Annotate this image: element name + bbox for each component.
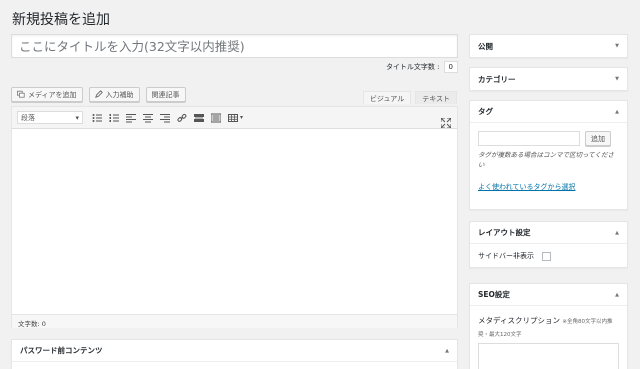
sidebar-hide-row: サイドバー非表示 [470, 244, 627, 268]
toolbar-toggle-icon[interactable] [211, 113, 221, 123]
add-tag-button[interactable]: 追加 [585, 131, 611, 146]
sidebar-hide-checkbox[interactable] [542, 251, 551, 261]
more-tag-icon[interactable] [194, 113, 204, 123]
input-assist-button[interactable]: 入力補助 [88, 87, 140, 102]
input-assist-label: 入力補助 [105, 90, 134, 99]
tag-hint: タグが複数ある場合はコンマで区切ってください [478, 151, 614, 169]
pencil-icon [94, 89, 103, 100]
editor-toolbar: 段落 ▾ ▾ [12, 107, 457, 129]
publish-box: 公開 ▼ [469, 34, 628, 58]
tab-text[interactable]: テキスト [415, 91, 457, 104]
format-select[interactable]: 段落 ▾ [17, 111, 83, 124]
align-right-icon[interactable] [160, 113, 170, 123]
related-post-button[interactable]: 関連記事 [145, 87, 186, 102]
align-center-icon[interactable] [143, 113, 153, 123]
triangle-down-icon[interactable]: ▼ [615, 43, 619, 49]
tags-box-header[interactable]: タグ ▲ [470, 101, 627, 123]
meta-description-label: メタディスクリプション ※全角80文字以内推奨・最大120文字 [470, 306, 627, 341]
seo-box-title: SEO設定 [478, 290, 510, 299]
password-box-header[interactable]: パスワード前コンテンツ ▲ [12, 340, 457, 362]
password-content-box: パスワード前コンテンツ ▲ [11, 339, 458, 369]
tags-box: タグ ▲ 追加 タグが複数ある場合はコンマで区切ってください よく使われているタ… [469, 100, 628, 210]
editor-tabs: ビジュアル テキスト [362, 91, 457, 104]
align-left-icon[interactable] [126, 113, 136, 123]
meta-description-title: メタディスクリプション [478, 316, 560, 325]
format-select-value: 段落 [21, 113, 35, 122]
add-media-label: メディアを追加 [28, 90, 77, 99]
fullscreen-icon[interactable] [440, 113, 452, 129]
publish-box-header[interactable]: 公開 ▼ [470, 35, 627, 57]
tags-box-title: タグ [478, 107, 493, 116]
numbered-list-icon[interactable] [109, 113, 119, 123]
table-icon[interactable] [228, 113, 238, 123]
publish-box-title: 公開 [478, 41, 493, 51]
tab-visual[interactable]: ビジュアル [362, 91, 412, 104]
media-icon [17, 90, 25, 100]
related-post-label: 関連記事 [151, 90, 180, 99]
title-character-count: タイトル文字数 : 0 [386, 60, 458, 74]
triangle-up-icon[interactable]: ▲ [445, 348, 449, 354]
tag-input[interactable] [478, 131, 580, 146]
title-count-value: 0 [443, 61, 458, 73]
link-icon[interactable] [177, 113, 187, 123]
tag-input-row: 追加 [470, 123, 627, 146]
sidebar-hide-label: サイドバー非表示 [478, 252, 534, 260]
chevron-down-icon: ▾ [75, 113, 79, 122]
layout-box-header[interactable]: レイアウト設定 ▲ [470, 222, 627, 244]
page-title: 新規投稿を追加 [12, 12, 110, 28]
layout-settings-box: レイアウト設定 ▲ サイドバー非表示 [469, 221, 628, 268]
choose-tags-link[interactable]: よく使われているタグから選択 [470, 170, 627, 192]
title-count-label: タイトル文字数 : [385, 63, 440, 71]
password-box-title: パスワード前コンテンツ [20, 346, 103, 355]
editor-content-area[interactable] [12, 129, 457, 314]
post-title-input[interactable]: ここにタイトルを入力(32文字以内推奨) [11, 34, 458, 58]
category-box: カテゴリー ▼ [469, 67, 628, 91]
triangle-up-icon[interactable]: ▲ [615, 230, 619, 236]
meta-description-textarea[interactable] [478, 343, 619, 369]
triangle-up-icon[interactable]: ▲ [615, 292, 619, 298]
category-box-header[interactable]: カテゴリー ▼ [470, 68, 627, 90]
triangle-down-icon[interactable]: ▼ [615, 76, 619, 82]
bullet-list-icon[interactable] [92, 113, 102, 123]
post-editor: 段落 ▾ ▾ 文字数: 0 [11, 106, 458, 328]
triangle-up-icon[interactable]: ▲ [615, 109, 619, 115]
seo-settings-box: SEO設定 ▲ メタディスクリプション ※全角80文字以内推奨・最大120文字 [469, 283, 628, 369]
add-media-button[interactable]: メディアを追加 [11, 87, 83, 102]
table-dropdown-arrow-icon[interactable]: ▾ [240, 114, 243, 121]
layout-box-title: レイアウト設定 [478, 228, 531, 237]
word-count: 文字数: 0 [12, 314, 457, 328]
media-buttons: メディアを追加 入力補助 関連記事 [11, 87, 186, 102]
category-box-title: カテゴリー [478, 74, 516, 84]
seo-box-header[interactable]: SEO設定 ▲ [470, 284, 627, 306]
